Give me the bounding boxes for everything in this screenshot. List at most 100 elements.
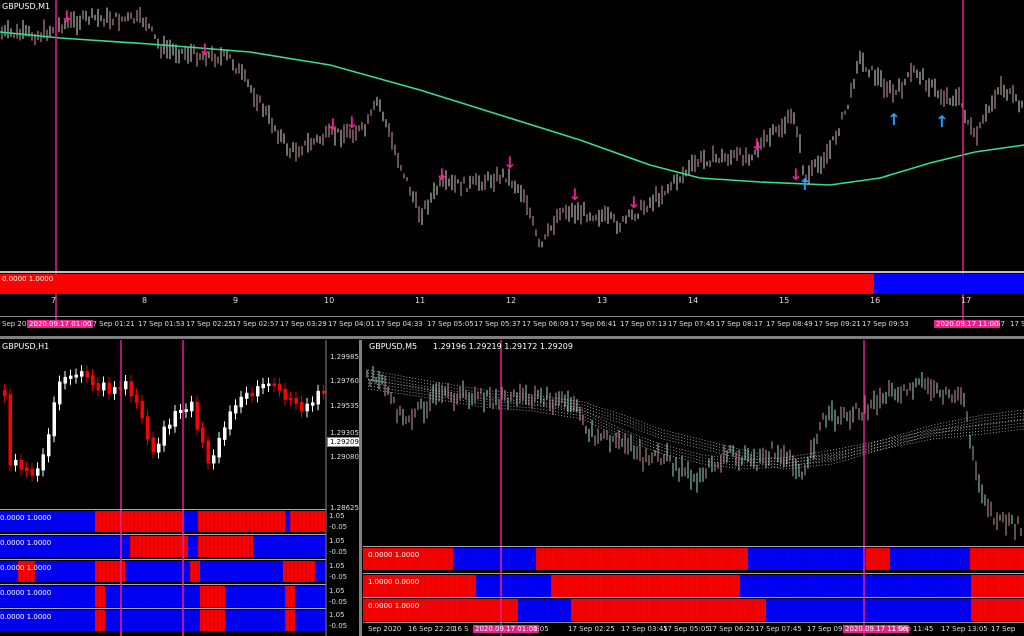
m1-time-label: 17 Sep 07:13 [620,320,667,328]
m5-time-label: 17 Sep 13:05 [941,625,988,633]
h1-candle [234,405,238,414]
m1-time-label: 2020.09.17 01:00 [27,320,94,328]
h1-candle [283,388,287,400]
h1-sub-segment [188,536,198,557]
m5-sub-label: 1.0000 0.0000 [368,578,420,586]
h1-candle [294,398,298,404]
h1-sub-segment [183,511,198,532]
m1-time-label: 17 Sep 07:45 [668,320,715,328]
m5-sub-divider [363,546,1024,547]
m1-candles [1,6,1023,248]
m1-indicator-divider [0,271,1024,273]
h1-sub-segment [125,561,190,582]
m1-time-label: 17 Sep 01:53 [138,320,185,328]
h1-sub-label: 0.0000 1.0000 [0,539,52,547]
h1-symbol-label: GBPUSD,H1 [2,342,50,351]
m1-indicator-red-segment [0,274,874,294]
m1-time-label: 17 Sep 04:33 [376,320,423,328]
sell-arrow-icon: ↓ [198,40,211,59]
m1-indicator-blue-segment [874,274,1024,294]
h1-candle [124,381,128,390]
sell-arrow-icon: ↓ [326,115,339,134]
m5-sub-divider [363,573,1024,574]
m1-price-chart[interactable]: ↓↓↓ ↓↓↓↓ ↓↓↓↑↑ ↑ [0,0,1024,335]
h1-chart-panel[interactable]: GBPUSD,H1 1.29985 1.29760 1.29535 1.29305 1.… [0,340,362,636]
h1-candle [217,437,221,458]
h1-sub-label: 0.0000 1.0000 [0,564,52,572]
h1-sub-scale-high: 1.05 [329,562,345,570]
h1-candle [179,410,183,414]
h1-sub-scale-low: -0.05 [329,548,348,556]
h1-sub-label: 0.0000 1.0000 [0,589,52,597]
m5-sub-segment [748,548,866,570]
h1-candle [3,390,7,397]
h1-current-price: 1.29209 [327,437,362,447]
m5-time-label: 7 Sep 11:45 [891,625,934,633]
m1-time-label: 17 Sep 03:29 [280,320,327,328]
h1-candle [157,443,161,453]
h1-candle [58,381,62,405]
h1-candle [212,455,216,464]
m5-symbol-label: GBPUSD,M5 [369,342,418,351]
h1-candle [272,383,276,387]
h1-price-label: 1.29985 [330,353,359,361]
m1-time-label: 17 Sep [1010,320,1024,328]
sell-arrow-icon: ↓ [345,113,358,132]
h1-candle [173,411,177,427]
h1-candle [311,402,315,406]
m1-time-label: 57 [996,320,1005,328]
m1-number-label: 11 [415,296,426,305]
h1-candle [223,427,227,440]
vertical-splitter[interactable] [359,340,362,636]
h1-sub-segment [290,511,325,532]
h1-price-label: 1.28625 [330,504,359,512]
m5-sub-divider [363,597,1024,598]
h1-candle [250,392,254,397]
m5-price-chart[interactable] [363,340,1024,636]
m5-time-label: 16 Sep 22:20 [408,625,455,633]
m1-chart-panel[interactable]: ↓ ↓ ↓ ↓ ↓ ↓ ↓ ↓ ↓ ↓ ↑ ↑ ↑ GBPUSD,M1 0.0000 1.0000 78… [0,0,1024,335]
m1-number-label: 7 [51,296,57,305]
ichimoku-cloud-line [367,375,1024,467]
h1-sub-label: 0.0000 1.0000 [0,613,52,621]
h1-price-label: 1.29760 [330,377,359,385]
m5-time-label: 17 Sep 02:25 [568,625,615,633]
m5-sub-segment [476,575,551,597]
m5-time-label: 17 Sep 06:25 [708,625,755,633]
m5-quote-label: 1.29196 1.29219 1.29172 1.29209 [433,342,573,351]
m1-number-label: 17 [961,296,972,305]
h1-candle [300,401,304,412]
m1-time-label: 17 Sep 05:05 [427,320,474,328]
h1-sub-divider [0,509,326,510]
h1-candle [25,467,29,472]
h1-candle [69,375,73,379]
h1-sub-segment [198,511,285,532]
h1-candle [146,416,150,440]
h1-sub-segment [190,561,200,582]
horizontal-splitter[interactable] [0,336,1024,339]
h1-sub-segment [315,561,325,582]
h1-sub-divider [0,559,326,560]
m1-time-label: 2020.09.17 11:00 [934,320,1001,328]
h1-sub-scale-low: -0.05 [329,622,348,630]
m1-number-label: 15 [779,296,790,305]
h1-candle [30,469,34,476]
h1-sub-segment [200,586,225,607]
m5-sub-segment [453,548,536,570]
h1-sub-segment [200,610,225,631]
m1-time-axis-line [0,316,1024,317]
buy-arrow-icon: ↑ [935,112,948,131]
m1-time-label: 17 Sep 06:09 [522,320,569,328]
m5-time-label: 17 Sep [991,625,1016,633]
h1-sub-scale-low: -0.05 [329,598,348,606]
m5-sub-label: 0.0000 1.0000 [368,551,420,559]
m1-time-label: 17 Sep 08:17 [716,320,763,328]
m5-chart-panel[interactable]: GBPUSD,M5 1.29196 1.29219 1.29172 1.2920… [363,340,1024,636]
h1-sub-segment [95,610,105,631]
h1-candle [190,401,194,412]
h1-candle [206,440,210,464]
m5-time-label: 17 Sep 05:05 [663,625,710,633]
h1-price-chart[interactable] [0,340,358,636]
m1-time-label: 17 Sep 02:25 [186,320,233,328]
m5-time-label: 2020.09.17 01:00 [473,625,540,633]
